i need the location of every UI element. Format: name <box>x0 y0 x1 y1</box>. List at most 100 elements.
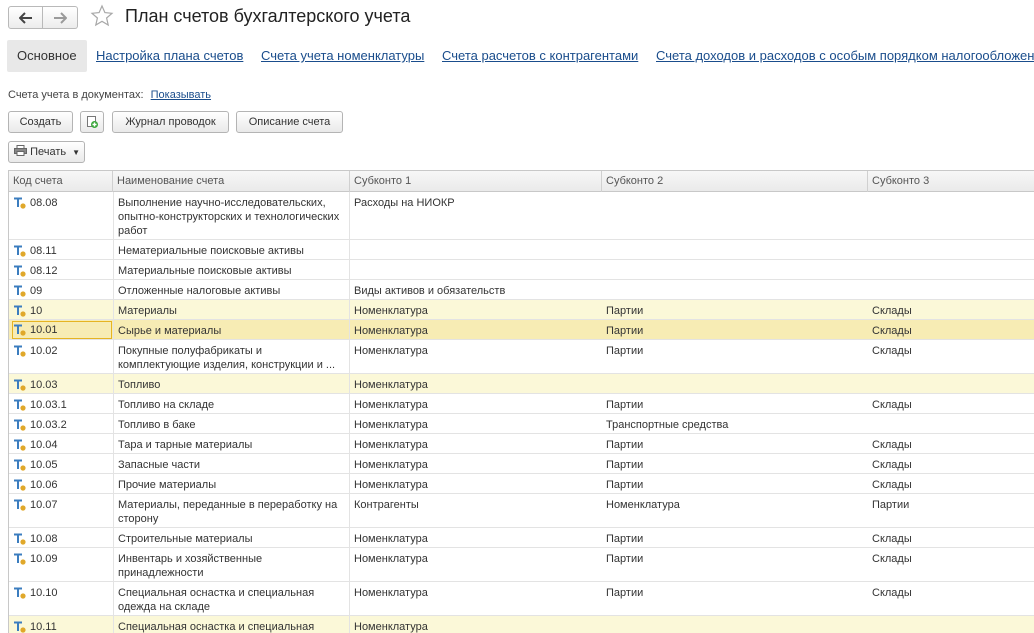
subconto-1-cell[interactable]: Номенклатура <box>350 374 602 393</box>
print-button[interactable]: Печать ▼ <box>8 141 85 163</box>
account-code-cell[interactable]: 08.08 <box>9 192 113 239</box>
subconto-3-cell[interactable]: Склады <box>868 434 1034 453</box>
table-row[interactable]: 08.11 Нематериальные поисковые активы <box>9 240 1034 260</box>
subconto-1-cell[interactable]: Номенклатура <box>350 548 602 581</box>
subconto-2-cell[interactable]: Партии <box>602 394 868 413</box>
subconto-3-cell[interactable]: Склады <box>868 548 1034 581</box>
copy-button[interactable] <box>80 111 104 133</box>
tab-income-expense-accounts[interactable]: Счета доходов и расходов с особым порядк… <box>656 40 1034 72</box>
show-link[interactable]: Показывать <box>151 89 211 101</box>
subconto-3-cell[interactable] <box>868 374 1034 393</box>
subconto-3-cell[interactable]: Партии <box>868 494 1034 527</box>
subconto-2-cell[interactable]: Партии <box>602 528 868 547</box>
account-code-cell[interactable]: 10.03 <box>9 374 113 393</box>
account-code-cell[interactable]: 10.02 <box>9 340 113 373</box>
column-header-name[interactable]: Наименование счета <box>113 171 350 192</box>
account-code-cell[interactable]: 10.08 <box>9 528 113 547</box>
account-code-cell[interactable]: 10.05 <box>9 454 113 473</box>
subconto-1-cell[interactable]: Номенклатура <box>350 454 602 473</box>
account-code-cell[interactable]: 10.10 <box>9 582 113 615</box>
tab-plan-settings[interactable]: Настройка плана счетов <box>96 40 243 72</box>
subconto-2-cell[interactable]: Партии <box>602 582 868 615</box>
back-button[interactable] <box>8 6 43 29</box>
subconto-2-cell[interactable]: Партии <box>602 548 868 581</box>
subconto-2-cell[interactable] <box>602 260 868 279</box>
table-row[interactable]: 10.01 Сырье и материалы Номенклатура Партии… <box>9 320 1034 340</box>
subconto-2-cell[interactable]: Транспортные средства <box>602 414 868 433</box>
subconto-2-cell[interactable]: Партии <box>602 474 868 493</box>
account-code-cell[interactable]: 10.03.2 <box>9 414 113 433</box>
account-name-cell[interactable]: Топливо на складе <box>113 394 350 413</box>
subconto-2-cell[interactable] <box>602 616 868 633</box>
table-row[interactable]: 10.06 Прочие материалы Номенклатура Партии С… <box>9 474 1034 494</box>
account-name-cell[interactable]: Сырье и материалы <box>113 320 350 339</box>
subconto-1-cell[interactable]: Номенклатура <box>350 434 602 453</box>
subconto-1-cell[interactable]: Номенклатура <box>350 582 602 615</box>
account-code-cell[interactable]: 10.01 <box>9 320 113 339</box>
subconto-3-cell[interactable] <box>868 260 1034 279</box>
table-row[interactable]: 10.07 Материалы, переданные в переработку… <box>9 494 1034 528</box>
subconto-1-cell[interactable]: Номенклатура <box>350 340 602 373</box>
account-name-cell[interactable]: Покупные полуфабрикаты и комплектующие и… <box>113 340 350 373</box>
account-code-cell[interactable]: 10.07 <box>9 494 113 527</box>
subconto-3-cell[interactable] <box>868 414 1034 433</box>
account-name-cell[interactable]: Запасные части <box>113 454 350 473</box>
account-code-cell[interactable]: 10.06 <box>9 474 113 493</box>
subconto-3-cell[interactable]: Склады <box>868 454 1034 473</box>
account-name-cell[interactable]: Выполнение научно-исследовательских, опы… <box>113 192 350 239</box>
table-row[interactable]: 10.03.1 Топливо на складе Номенклатура Парт… <box>9 394 1034 414</box>
subconto-1-cell[interactable] <box>350 240 602 259</box>
table-row[interactable]: 10.02 Покупные полуфабрикаты и комплектую… <box>9 340 1034 374</box>
table-row[interactable]: 10.04 Тара и тарные материалы Номенклатура… <box>9 434 1034 454</box>
accounts-table[interactable]: Код счета Наименование счета Субконто 1 … <box>8 170 1034 633</box>
subconto-3-cell[interactable] <box>868 616 1034 633</box>
account-name-cell[interactable]: Топливо в баке <box>113 414 350 433</box>
subconto-3-cell[interactable] <box>868 192 1034 239</box>
subconto-1-cell[interactable]: Номенклатура <box>350 616 602 633</box>
subconto-1-cell[interactable]: Виды активов и обязательств <box>350 280 602 299</box>
subconto-3-cell[interactable]: Склады <box>868 582 1034 615</box>
journal-button[interactable]: Журнал проводок <box>112 111 229 133</box>
table-row[interactable]: 08.08 Выполнение научно-исследовательских… <box>9 192 1034 240</box>
account-name-cell[interactable]: Нематериальные поисковые активы <box>113 240 350 259</box>
subconto-2-cell[interactable]: Партии <box>602 434 868 453</box>
subconto-3-cell[interactable]: Склады <box>868 320 1034 339</box>
subconto-3-cell[interactable]: Склады <box>868 474 1034 493</box>
subconto-1-cell[interactable]: Номенклатура <box>350 474 602 493</box>
subconto-3-cell[interactable] <box>868 240 1034 259</box>
create-button[interactable]: Создать <box>8 111 73 133</box>
account-description-button[interactable]: Описание счета <box>236 111 343 133</box>
tab-main[interactable]: Основное <box>7 40 87 72</box>
subconto-1-cell[interactable]: Номенклатура <box>350 528 602 547</box>
account-code-cell[interactable]: 08.12 <box>9 260 113 279</box>
subconto-2-cell[interactable] <box>602 192 868 239</box>
tab-counterparty-accounts[interactable]: Счета расчетов с контрагентами <box>442 40 638 72</box>
subconto-2-cell[interactable] <box>602 240 868 259</box>
account-code-cell[interactable]: 10.04 <box>9 434 113 453</box>
subconto-2-cell[interactable]: Партии <box>602 454 868 473</box>
account-code-cell[interactable]: 08.11 <box>9 240 113 259</box>
table-row[interactable]: 10.09 Инвентарь и хозяйственные принадлеж… <box>9 548 1034 582</box>
account-name-cell[interactable]: Специальная оснастка и специальная <box>113 616 350 633</box>
subconto-2-cell[interactable] <box>602 374 868 393</box>
table-row[interactable]: 09 Отложенные налоговые активы Виды активо… <box>9 280 1034 300</box>
subconto-3-cell[interactable]: Склады <box>868 300 1034 319</box>
table-row[interactable]: 10.11 Специальная оснастка и специальная Н… <box>9 616 1034 633</box>
table-row[interactable]: 10 Материалы Номенклатура Партии Склады <box>9 300 1034 320</box>
account-name-cell[interactable]: Строительные материалы <box>113 528 350 547</box>
subconto-1-cell[interactable]: Контрагенты <box>350 494 602 527</box>
account-name-cell[interactable]: Прочие материалы <box>113 474 350 493</box>
table-row[interactable]: 08.12 Материальные поисковые активы <box>9 260 1034 280</box>
subconto-1-cell[interactable]: Номенклатура <box>350 320 602 339</box>
subconto-1-cell[interactable]: Расходы на НИОКР <box>350 192 602 239</box>
account-name-cell[interactable]: Специальная оснастка и специальная одежд… <box>113 582 350 615</box>
table-row[interactable]: 10.08 Строительные материалы Номенклатура П… <box>9 528 1034 548</box>
subconto-1-cell[interactable]: Номенклатура <box>350 414 602 433</box>
column-header-subconto-1[interactable]: Субконто 1 <box>350 171 602 192</box>
subconto-2-cell[interactable]: Партии <box>602 320 868 339</box>
account-name-cell[interactable]: Материалы <box>113 300 350 319</box>
account-name-cell[interactable]: Отложенные налоговые активы <box>113 280 350 299</box>
table-row[interactable]: 10.05 Запасные части Номенклатура Партии Скл… <box>9 454 1034 474</box>
forward-button[interactable] <box>43 6 78 29</box>
account-name-cell[interactable]: Топливо <box>113 374 350 393</box>
